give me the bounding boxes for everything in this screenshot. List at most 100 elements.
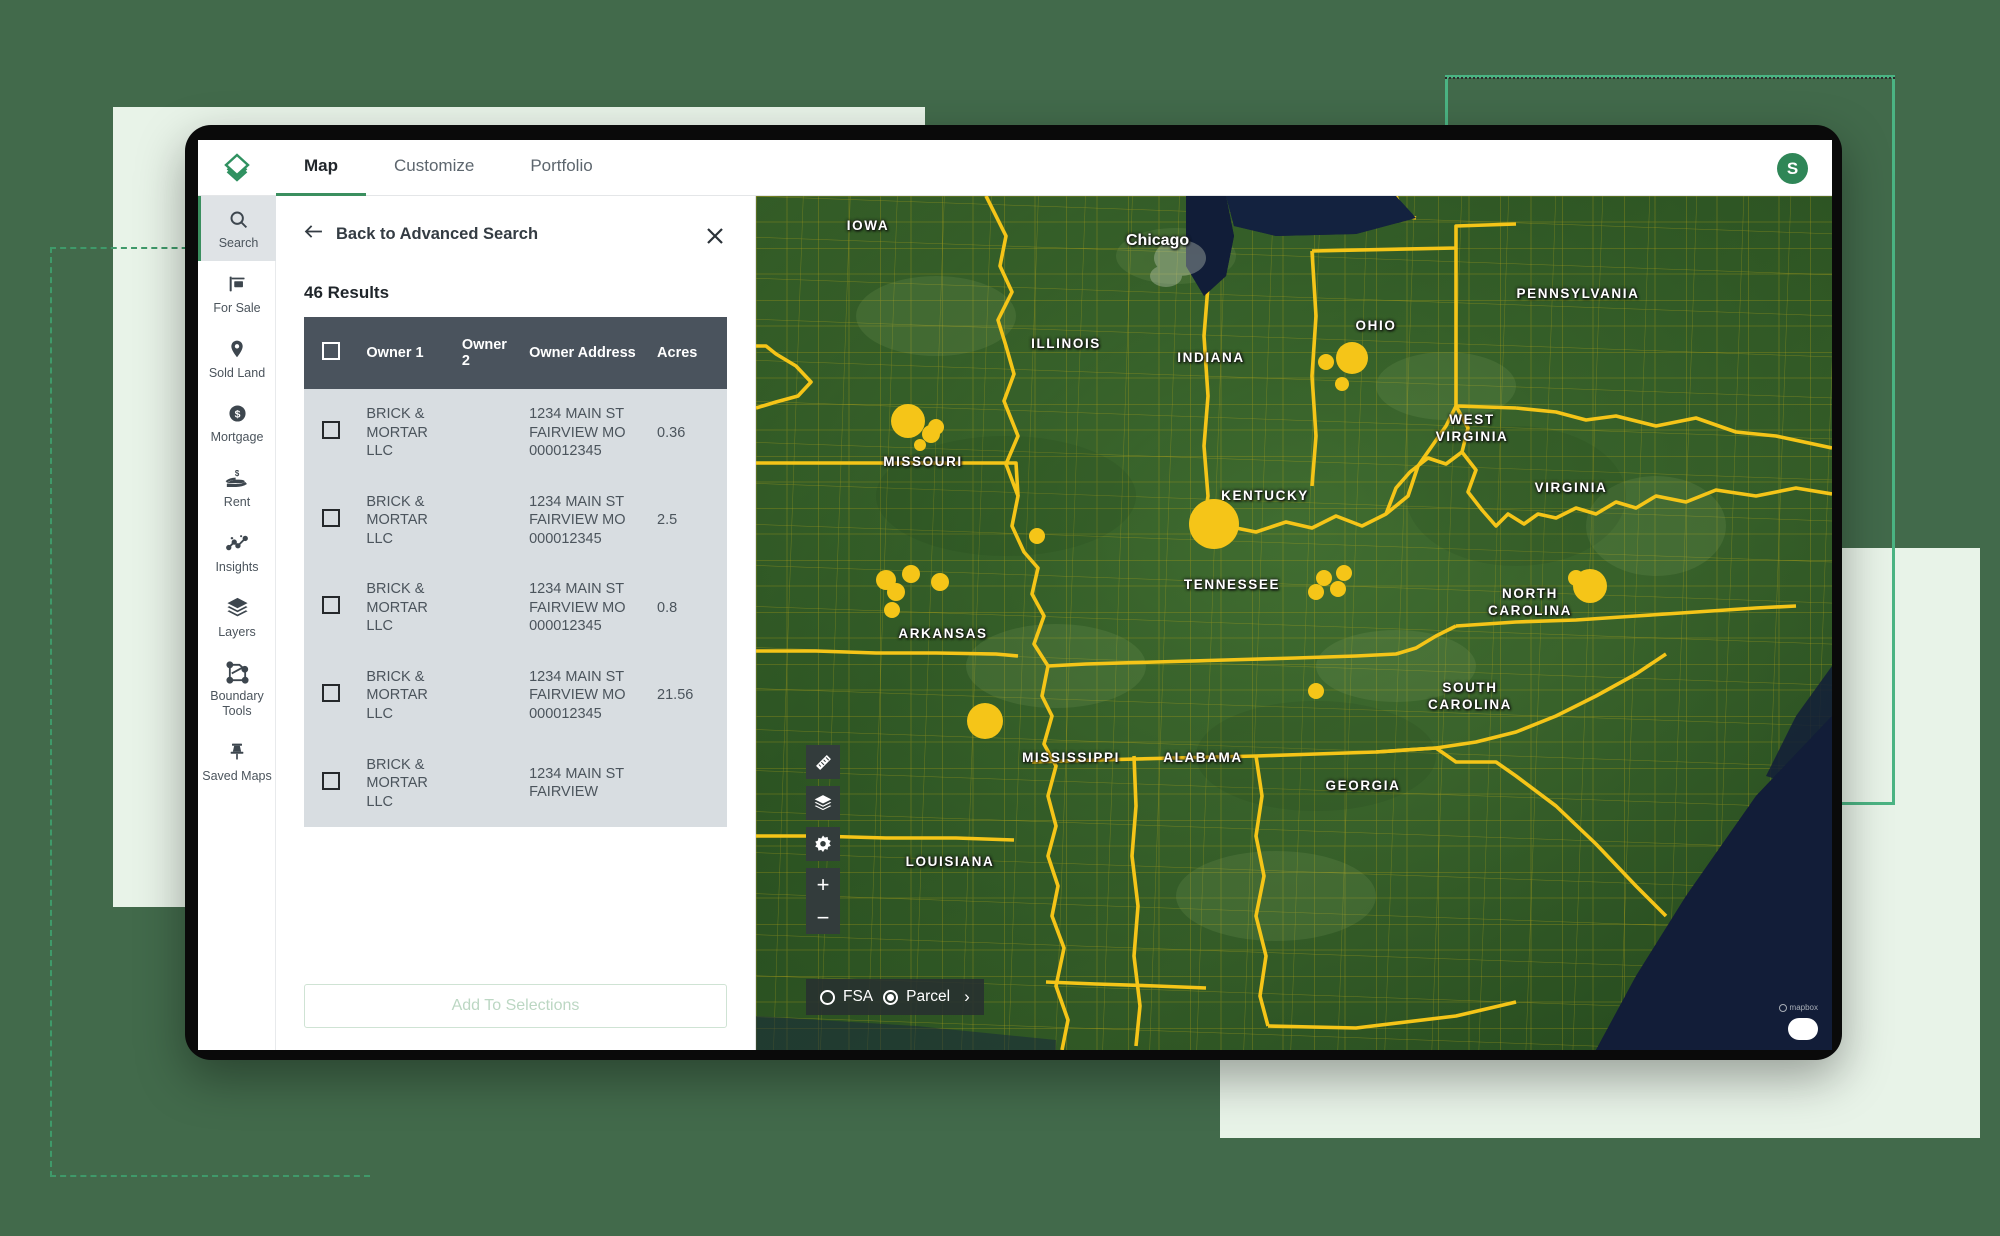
map-marker[interactable] [887, 583, 905, 601]
column-owner-2[interactable]: Owner 2 [455, 317, 524, 389]
cell-acres: 0.36 [651, 389, 727, 477]
select-all-checkbox[interactable] [322, 342, 340, 360]
dollar-circle-icon: $ [227, 402, 248, 424]
sidebar-item-saved-maps[interactable]: Saved Maps [198, 729, 276, 794]
row-select-cell [304, 476, 361, 565]
map-marker[interactable] [1029, 528, 1045, 544]
map-marker[interactable] [1308, 683, 1324, 699]
cell-acres: 2.5 [651, 476, 727, 565]
row-checkbox[interactable] [322, 596, 340, 615]
sidebar-item-sold-land[interactable]: Sold Land [198, 326, 276, 391]
map-attribution[interactable]: mapbox [1778, 1003, 1818, 1012]
panel-footer: Add To Selections [276, 970, 755, 1050]
avatar[interactable]: S [1777, 153, 1808, 184]
sidebar-item-rent[interactable]: $ Rent [198, 455, 276, 520]
map-marker[interactable] [931, 573, 949, 591]
cell-owner-address: 1234 MAIN ST FAIRVIEW [523, 739, 652, 828]
sidebar-item-boundary-tools[interactable]: Boundary Tools [198, 649, 276, 729]
toggle-option-fsa[interactable]: FSA [820, 988, 873, 1006]
decor-dotted-line [1445, 77, 1895, 79]
map-layers-button[interactable] [806, 786, 840, 820]
cell-owner-address: 1234 MAIN ST FAIRVIEW MO 000012345 [523, 564, 652, 652]
map-marker[interactable] [1308, 584, 1324, 600]
panel-header: Back to Advanced Search [276, 196, 755, 253]
sidebar-item-label: Insights [215, 559, 259, 574]
close-icon[interactable] [703, 224, 727, 253]
sidebar-nav: Search For Sale Sold Land $ Mortgage $ R… [198, 196, 276, 1050]
table-row[interactable]: BRICK & MORTAR LLC 1234 MAIN ST FAIRVIEW [304, 739, 727, 828]
sidebar-item-label: Search [218, 236, 259, 250]
table-row[interactable]: BRICK & MORTAR LLC 1234 MAIN ST FAIRVIEW… [304, 651, 727, 740]
map-marker[interactable] [902, 565, 920, 583]
table-row[interactable]: BRICK & MORTAR LLC 1234 MAIN ST FAIRVIEW… [304, 564, 727, 652]
map-corner-pill[interactable] [1788, 1018, 1818, 1040]
map-controls: + − [806, 745, 840, 934]
toggle-option-parcel[interactable]: Parcel [883, 988, 950, 1006]
map-marker[interactable] [928, 419, 944, 435]
cell-acres [651, 739, 727, 828]
map-marker[interactable] [1318, 354, 1334, 370]
row-checkbox[interactable] [322, 771, 340, 790]
table-row[interactable]: BRICK & MORTAR LLC 1234 MAIN ST FAIRVIEW… [304, 389, 727, 477]
results-table-container: Owner 1 Owner 2 Owner Address Acres BRIC… [304, 317, 727, 970]
svg-text:$: $ [234, 408, 240, 420]
tab-portfolio[interactable]: Portfolio [502, 140, 620, 196]
measure-tool-button[interactable] [806, 745, 840, 779]
sidebar-item-for-sale[interactable]: For Sale [198, 261, 276, 326]
map-marker[interactable] [1335, 377, 1349, 391]
column-owner-1[interactable]: Owner 1 [360, 317, 456, 389]
map-marker[interactable] [884, 602, 900, 618]
sidebar-item-label: For Sale [213, 300, 261, 315]
map-canvas[interactable]: Chicago IOWA ILLINOIS INDIANA OHIO PENNS… [756, 196, 1832, 1050]
cell-acres: 0.8 [651, 564, 727, 652]
column-owner-address[interactable]: Owner Address [523, 317, 652, 389]
tab-map[interactable]: Map [276, 140, 366, 196]
map-marker[interactable] [1336, 565, 1352, 581]
row-select-cell [304, 389, 361, 477]
sidebar-item-mortgage[interactable]: $ Mortgage [198, 390, 276, 455]
stacked-layers-logo-icon[interactable] [198, 151, 276, 185]
results-table-header: Owner 1 Owner 2 Owner Address Acres [304, 317, 727, 389]
back-to-advanced-search-button[interactable]: Back to Advanced Search [304, 224, 538, 244]
sidebar-item-label: Sold Land [208, 365, 266, 380]
arrow-left-icon [304, 224, 323, 244]
column-acres[interactable]: Acres [651, 317, 727, 389]
row-select-cell [304, 739, 361, 828]
zoom-out-button[interactable]: − [806, 901, 840, 934]
sidebar-item-search[interactable]: Search [198, 196, 276, 261]
row-checkbox[interactable] [322, 508, 340, 527]
sidebar-item-insights[interactable]: Insights [198, 520, 276, 585]
map-marker[interactable] [914, 439, 926, 451]
cell-owner-1: BRICK & MORTAR LLC [360, 389, 456, 477]
map-marker[interactable] [967, 703, 1003, 739]
search-results-panel: Back to Advanced Search 46 Results Owner… [276, 196, 756, 1050]
app-screen: Map Customize Portfolio S Search For Sal… [198, 140, 1832, 1050]
map-marker[interactable] [1336, 342, 1368, 374]
search-icon [228, 208, 249, 230]
main-tabs: Map Customize Portfolio [276, 140, 621, 196]
sidebar-item-label: Mortgage [210, 430, 264, 445]
map-marker[interactable] [1330, 581, 1346, 597]
layers-icon [813, 793, 833, 813]
tab-customize[interactable]: Customize [366, 140, 502, 196]
zoom-in-button[interactable]: + [806, 868, 840, 901]
map-marker[interactable] [1573, 569, 1607, 603]
add-to-selections-button[interactable]: Add To Selections [304, 984, 727, 1028]
cell-owner-address: 1234 MAIN ST FAIRVIEW MO 000012345 [523, 476, 652, 565]
table-row[interactable]: BRICK & MORTAR LLC 1234 MAIN ST FAIRVIEW… [304, 476, 727, 565]
sidebar-item-layers[interactable]: Layers [198, 585, 276, 650]
cell-owner-2 [455, 739, 524, 828]
hand-dollar-icon: $ [225, 467, 249, 489]
row-checkbox[interactable] [322, 683, 340, 702]
chevron-right-icon[interactable]: › [964, 987, 970, 1007]
results-table: Owner 1 Owner 2 Owner Address Acres BRIC… [304, 317, 727, 828]
cell-owner-1: BRICK & MORTAR LLC [360, 564, 456, 652]
cell-owner-2 [455, 389, 524, 477]
boundary-tools-icon [225, 661, 249, 684]
map-marker[interactable] [1189, 499, 1239, 549]
row-checkbox[interactable] [322, 421, 340, 440]
map-marker[interactable] [891, 404, 925, 438]
cell-owner-1: BRICK & MORTAR LLC [360, 476, 456, 565]
cell-acres: 21.56 [651, 651, 727, 740]
map-settings-button[interactable] [806, 827, 840, 861]
